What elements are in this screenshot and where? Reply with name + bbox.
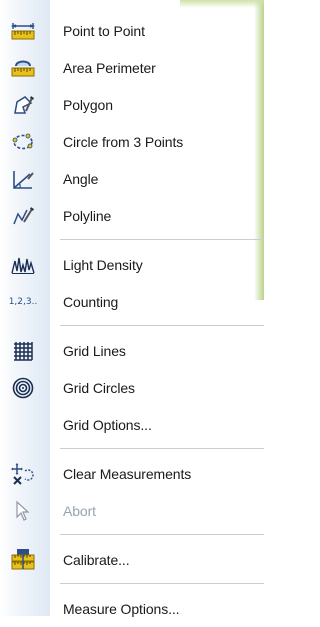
polygon-icon [10, 92, 36, 118]
menu-item-calibrate[interactable]: Calibrate... [0, 541, 264, 578]
menu-item-grid-options[interactable]: Grid Options... [0, 406, 264, 443]
circle-points-icon [10, 129, 36, 155]
menu-item-polyline[interactable]: Polyline [0, 197, 264, 234]
menu-item-area-perimeter[interactable]: Area Perimeter [0, 49, 264, 86]
menu-item-circle-from-3-points[interactable]: Circle from 3 Points [0, 123, 264, 160]
menu-separator [0, 443, 264, 455]
menu-list: Point to Point Area Perimeter Polygon Ci… [0, 12, 264, 627]
density-graph-icon [10, 252, 36, 278]
menu-item-light-density[interactable]: Light Density [0, 246, 264, 283]
menu-item-label: Polygon [63, 96, 113, 113]
menu-item-label: Clear Measurements [63, 465, 192, 482]
menu-item-label: Grid Circles [63, 379, 135, 396]
counting-icon: 1,2,3.. [8, 289, 38, 315]
menu-item-abort: Abort [0, 492, 264, 529]
menu-item-measure-options[interactable]: Measure Options... [0, 590, 264, 627]
menu-separator [0, 529, 264, 541]
menu-item-grid-circles[interactable]: Grid Circles [0, 369, 264, 406]
menu-separator [0, 578, 264, 590]
menu-item-label: Area Perimeter [63, 59, 156, 76]
calibrate-icon [10, 547, 36, 573]
counting-icon-text: 1,2,3.. [8, 296, 38, 307]
menu-item-label: Light Density [63, 256, 143, 273]
menu-item-label: Polyline [63, 207, 112, 224]
measure-context-menu: Point to Point Area Perimeter Polygon Ci… [0, 0, 264, 617]
grid-lines-icon [10, 338, 36, 364]
grid-circles-icon [10, 375, 36, 401]
menu-separator [0, 320, 264, 332]
menu-item-label: Measure Options... [63, 600, 180, 617]
ruler-icon [10, 18, 36, 44]
menu-item-label: Angle [63, 170, 99, 187]
menu-item-label: Abort [63, 502, 96, 519]
menu-item-label: Counting [63, 293, 119, 310]
menu-separator [0, 234, 264, 246]
menu-item-label: Grid Options... [63, 416, 152, 433]
menu-item-point-to-point[interactable]: Point to Point [0, 12, 264, 49]
menu-item-clear-measurements[interactable]: Clear Measurements [0, 455, 264, 492]
abort-cursor-icon [10, 498, 36, 524]
menu-item-label: Grid Lines [63, 342, 126, 359]
menu-item-angle[interactable]: Angle [0, 160, 264, 197]
polyline-icon [10, 203, 36, 229]
clear-measurements-icon [10, 461, 36, 487]
menu-item-label: Calibrate... [63, 551, 130, 568]
area-ruler-icon [10, 55, 36, 81]
menu-item-label: Point to Point [63, 22, 145, 39]
menu-item-grid-lines[interactable]: Grid Lines [0, 332, 264, 369]
menu-item-label: Circle from 3 Points [63, 133, 184, 150]
menu-item-counting[interactable]: 1,2,3.. Counting [0, 283, 264, 320]
angle-icon [10, 166, 36, 192]
menu-item-polygon[interactable]: Polygon [0, 86, 264, 123]
background-top-edge [180, 0, 264, 8]
